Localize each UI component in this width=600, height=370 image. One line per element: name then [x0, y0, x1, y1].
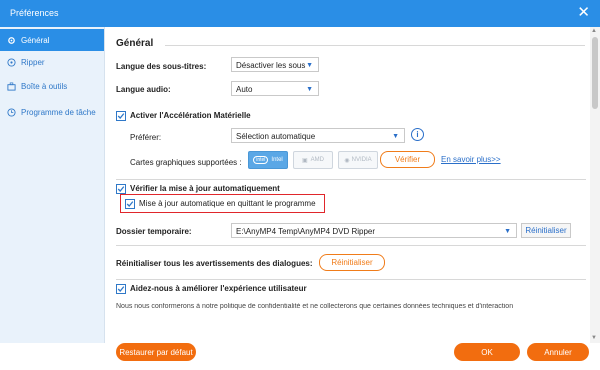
- chevron-down-icon: ▼: [392, 133, 399, 140]
- divider: [116, 279, 586, 280]
- improve-experience-checkbox[interactable]: [116, 284, 126, 294]
- info-icon[interactable]: i: [411, 128, 424, 141]
- disc-icon: [6, 57, 16, 67]
- vertical-scrollbar[interactable]: ▲ ▼: [590, 27, 600, 343]
- sidebar-item-label: Programme de tâche: [21, 107, 96, 117]
- scroll-up-icon[interactable]: ▲: [591, 28, 597, 34]
- learn-more-link[interactable]: En savoir plus>>: [441, 155, 501, 164]
- divider: [116, 245, 586, 246]
- verify-button[interactable]: Vérifier: [380, 151, 435, 168]
- checkmark-icon: [117, 113, 125, 119]
- prefer-label: Préférer:: [130, 133, 162, 142]
- nvidia-logo-icon: ◉: [344, 157, 350, 164]
- footer-bar: Restaurer par défaut OK Annuler: [105, 332, 595, 370]
- improve-experience-label: Aidez-nous à améliorer l'expérience util…: [130, 284, 307, 293]
- gpu-nvidia-badge[interactable]: ◉ NVIDIA: [338, 151, 378, 169]
- cancel-button[interactable]: Annuler: [527, 343, 589, 361]
- clock-icon: [6, 107, 16, 117]
- reset-warnings-label: Réinitialiser tous les avertissements de…: [116, 259, 313, 268]
- ok-button[interactable]: OK: [454, 343, 520, 361]
- sidebar: Général Ripper Boîte à outils Programme …: [0, 27, 105, 343]
- section-title: Général: [116, 38, 154, 49]
- intel-logo-icon: intel: [253, 156, 269, 164]
- subtitle-language-label: Langue des sous-titres:: [116, 62, 207, 71]
- gpu-amd-badge[interactable]: ▣ AMD: [293, 151, 333, 169]
- section-divider: [165, 45, 585, 46]
- improve-experience-description: Nous nous conformerons à notre politique…: [116, 303, 514, 310]
- checkmark-icon: [117, 286, 125, 292]
- reset-warnings-button[interactable]: Réinitialiser: [319, 254, 385, 271]
- chevron-down-icon: ▼: [306, 86, 313, 93]
- audio-language-select[interactable]: Auto ▼: [231, 81, 319, 96]
- sidebar-item-ripper[interactable]: Ripper: [0, 51, 104, 73]
- gpu-nvidia-label: NVIDIA: [351, 157, 372, 163]
- general-panel: Général Langue des sous-titres: Désactiv…: [105, 27, 600, 370]
- chevron-down-icon: ▼: [504, 228, 511, 235]
- auto-update-label: Vérifier la mise à jour automatiquement: [130, 184, 280, 193]
- divider: [116, 179, 586, 180]
- subtitle-language-select[interactable]: Désactiver les sous ▼: [231, 57, 319, 72]
- window-title: Préférences: [10, 8, 59, 18]
- gpu-amd-label: AMD: [310, 157, 324, 163]
- sidebar-item-label: Ripper: [21, 57, 45, 67]
- hardware-acceleration-label: Activer l'Accélération Matérielle: [130, 111, 251, 120]
- temp-folder-label: Dossier temporaire:: [116, 227, 192, 236]
- sidebar-item-toolbox[interactable]: Boîte à outils: [0, 75, 104, 97]
- subtitle-language-value: Désactiver les sous: [236, 61, 306, 70]
- temp-folder-select[interactable]: E:\AnyMP4 Temp\AnyMP4 DVD Ripper ▼: [231, 223, 517, 238]
- prefer-value: Sélection automatique: [236, 132, 316, 141]
- title-bar: Préférences ✕: [0, 0, 600, 27]
- audio-language-label: Langue audio:: [116, 85, 171, 94]
- amd-logo-icon: ▣: [301, 157, 308, 164]
- temp-folder-value: E:\AnyMP4 Temp\AnyMP4 DVD Ripper: [236, 227, 376, 236]
- checkmark-icon: [126, 201, 134, 207]
- gpu-support-label: Cartes graphiques supportées :: [130, 158, 242, 167]
- chevron-down-icon: ▼: [306, 62, 313, 69]
- auto-update-checkbox[interactable]: [116, 184, 126, 194]
- restore-default-button[interactable]: Restaurer par défaut: [116, 343, 196, 361]
- gpu-intel-badge[interactable]: intel Intel: [248, 151, 288, 169]
- scroll-down-icon[interactable]: ▼: [591, 335, 597, 341]
- hardware-acceleration-checkbox[interactable]: [116, 111, 126, 121]
- scrollbar-thumb[interactable]: [592, 37, 598, 109]
- reset-folder-button[interactable]: Réinitialiser: [521, 223, 571, 238]
- update-on-quit-label: Mise à jour automatique en quittant le p…: [139, 199, 316, 208]
- gear-icon: [6, 36, 16, 45]
- sidebar-item-label: Boîte à outils: [21, 81, 68, 91]
- close-icon[interactable]: ✕: [577, 5, 590, 20]
- gpu-intel-label: Intel: [271, 157, 283, 163]
- checkmark-icon: [117, 186, 125, 192]
- update-on-quit-checkbox[interactable]: [125, 199, 135, 209]
- sidebar-item-general[interactable]: Général: [0, 29, 104, 51]
- toolbox-icon: [6, 82, 16, 91]
- sidebar-item-label: Général: [21, 35, 50, 45]
- sidebar-item-task-schedule[interactable]: Programme de tâche: [0, 101, 104, 123]
- prefer-select[interactable]: Sélection automatique ▼: [231, 128, 405, 143]
- audio-language-value: Auto: [236, 85, 253, 94]
